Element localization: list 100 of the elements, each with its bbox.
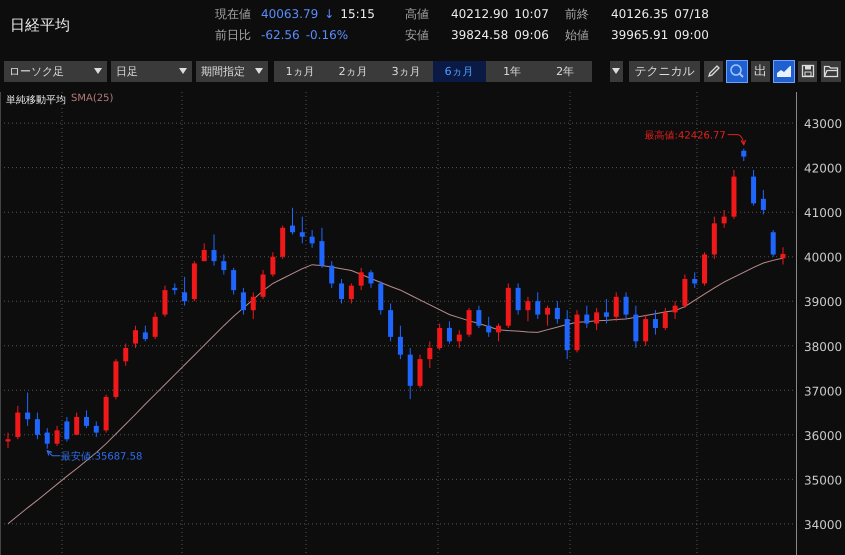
quote-value: 15:15 [340,7,375,21]
area-chart-icon[interactable] [774,60,794,82]
quote-label: 前終 [565,6,590,23]
candlestick [104,394,109,434]
candlestick [329,260,334,288]
candlestick [348,282,354,304]
candlestick [770,230,776,258]
candlestick [486,316,492,338]
candlestick [192,260,197,302]
candlestick [516,282,521,316]
y-axis-label: 39000 [804,295,842,310]
candlestick [624,292,629,320]
quote-label: 前日比 [215,27,252,44]
candlestick [466,307,472,338]
candlestick [300,216,305,244]
candlestick [535,292,540,320]
candlestick [152,312,158,340]
quote-value: 07/18 [674,7,709,21]
candlestick [741,148,746,162]
y-axis-label: 38000 [804,340,842,354]
candlestick [15,405,20,440]
candlestick [712,216,717,260]
candlestick [427,340,432,369]
candlestick [142,325,148,342]
quote-value: -0.16% [306,28,348,42]
candlestick [760,189,766,215]
period-tab[interactable]: 6ヵ月 [432,60,486,82]
candlestick [780,246,786,266]
candlestick [398,325,403,360]
candlestick [358,267,364,291]
candlestick [123,343,128,366]
candlestick [74,412,80,436]
candlestick [378,280,384,316]
indicator-label: SMA(25) [71,93,114,106]
annotation-label: 最高値:42426.77 [644,130,726,142]
candlestick [594,307,600,331]
candlestick [525,296,530,322]
y-axis-label: 42000 [804,162,842,176]
candlestick [25,392,30,426]
candlestick [64,416,70,442]
candlestick [456,330,462,348]
candlestick [408,347,413,400]
dropdown[interactable]: 期間指定 [196,60,268,82]
quote-value: ↓ [324,7,334,21]
candlestick [672,300,678,320]
candlestick [202,242,207,262]
candlestick [662,307,668,331]
candlestick [643,314,648,346]
candlestick [368,270,374,288]
candlestick [280,225,286,260]
candlestick [231,267,236,296]
candlestick [437,323,442,351]
candlestick [751,169,756,206]
quote-label: 始値 [565,27,590,44]
leader-line [46,450,61,456]
candlestick [731,169,736,220]
candlestick [388,302,394,342]
candlestick [221,254,226,276]
candlestick [418,354,423,389]
tool-button[interactable]: 出 [750,60,770,82]
candlestick [172,282,178,296]
candlestick [506,282,511,328]
quote-value: 40063.79 [261,7,318,21]
folder-icon[interactable] [821,60,842,82]
candlestick [133,325,138,348]
quote-value: 39824.58 [451,28,508,42]
dropdown[interactable]: 日足 [110,60,192,82]
candlestick [614,292,619,322]
candlestick [652,310,658,336]
candlestick [290,207,295,235]
quote-label: 高値 [405,6,430,23]
candlestick [584,305,590,328]
candlestick [446,320,452,344]
candlestick [162,285,168,318]
candlestick [633,305,638,348]
candlestick [34,412,40,440]
candlestick [339,278,344,304]
candlestick [113,358,118,400]
candlestick [476,305,482,328]
quote-label: 安値 [405,27,430,44]
candlestick [250,292,256,320]
candlestick [44,428,50,450]
candlestick [574,310,580,353]
dropdown-caret-button[interactable] [610,60,624,82]
technical-button[interactable]: テクニカル [629,60,700,82]
candlestick [554,300,560,324]
candlestick [240,287,246,316]
y-axis-label: 40000 [804,250,842,265]
quote-value: 39965.91 [611,28,668,42]
pencil-icon[interactable] [704,60,724,82]
candlestick [310,230,315,248]
candlestick [54,425,60,446]
quote-label: 現在値 [215,6,252,23]
y-axis-label: 41000 [804,206,842,220]
candlestick [319,227,324,268]
y-axis-label: 43000 [804,117,842,132]
save-icon[interactable] [798,60,818,82]
dropdown[interactable]: ローソク足 [4,60,107,82]
index-title: 日経平均 [10,16,71,34]
candlestick [94,420,99,438]
